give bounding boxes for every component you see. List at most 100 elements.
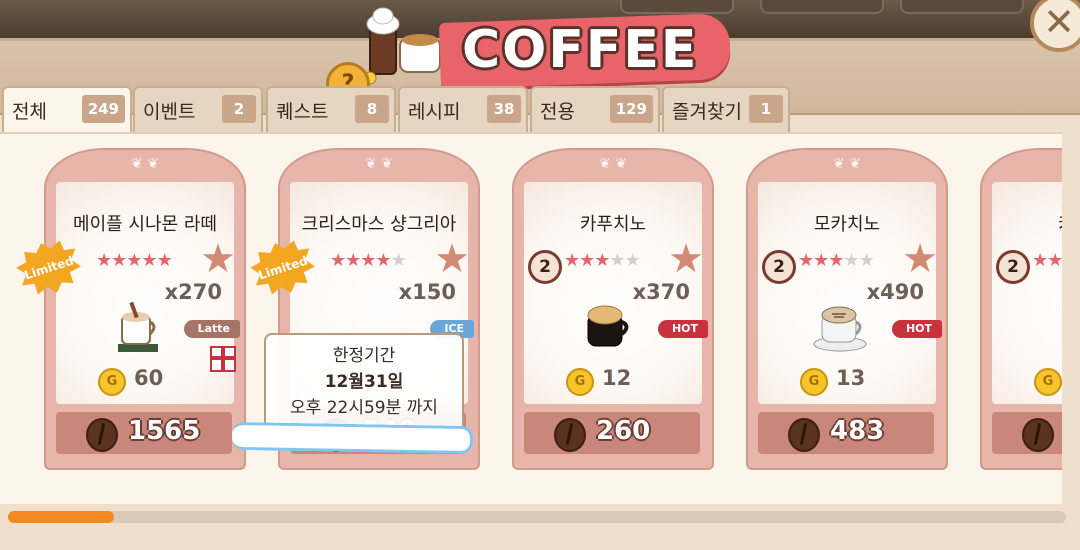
- star-icon: ★: [798, 250, 814, 271]
- star-icon: ★: [843, 250, 859, 271]
- recipe-price: 60: [134, 366, 164, 390]
- star-icon: ★: [624, 250, 641, 271]
- star-icon: ★: [858, 250, 875, 271]
- tab-event[interactable]: 이벤트 2: [133, 86, 263, 132]
- tab-label: 전용: [540, 101, 575, 123]
- star-icon: ★: [330, 250, 346, 271]
- recipe-card[interactable]: ❦ ❦ 카푸치노 2 ★★★★★ ★ x370 HOT G 12 260: [512, 148, 714, 470]
- recipe-quantity: x150: [398, 280, 456, 304]
- recipe-price: 13: [836, 366, 866, 390]
- recipe-quantity: x370: [632, 280, 690, 304]
- horizontal-scrollbar[interactable]: [8, 511, 1066, 523]
- recipe-name: 모카치노: [813, 214, 881, 235]
- tab-label: 이벤트: [143, 101, 196, 123]
- recipe-name: 카푸치노: [579, 214, 647, 235]
- tab-recipe[interactable]: 레시피 38: [398, 86, 528, 132]
- scribble-mark: [231, 421, 474, 455]
- recipe-name: 카파: [1058, 210, 1062, 236]
- coin-icon: G: [1034, 368, 1062, 396]
- tab-favorites[interactable]: 즐겨찾기 1: [662, 86, 790, 132]
- favorite-star-icon[interactable]: ★: [200, 236, 236, 282]
- star-icon: ★: [345, 250, 361, 271]
- star-icon: ★: [156, 250, 173, 271]
- star-icon: ★: [828, 250, 844, 271]
- star-rating: ★★★★★: [798, 250, 875, 271]
- recipe-card[interactable]: ❦ ❦ 모카치노 2 ★★★★★ ★ x490 HOT G 13 483: [746, 148, 948, 470]
- star-rating: ★★★: [1032, 250, 1062, 271]
- page-title: COFFEE: [462, 20, 699, 80]
- star-rating: ★★★★★: [330, 250, 407, 271]
- tab-count: 129: [609, 95, 653, 123]
- tab-count: 1: [749, 95, 783, 123]
- tab-all[interactable]: 전체 249: [2, 86, 132, 136]
- bean-cost-bar: [992, 412, 1062, 454]
- mochaccino-cup-icon: [813, 306, 867, 352]
- bean-cost-bar: 260: [524, 412, 700, 454]
- drink-type-tag: HOT: [891, 320, 942, 338]
- star-rating: ★★★★★: [564, 250, 641, 271]
- recipe-name: 메이플 시나몬 라떼: [73, 214, 217, 235]
- drink-type-tag: Latte: [183, 320, 240, 338]
- star-icon: ★: [1047, 250, 1062, 271]
- star-icon: ★: [579, 250, 595, 271]
- ornament-icon: ❦ ❦: [131, 156, 159, 172]
- star-icon: ★: [564, 250, 580, 271]
- gift-icon: [210, 346, 236, 372]
- coffee-bean-icon: [86, 418, 118, 452]
- tab-exclusive[interactable]: 전용 129: [530, 86, 660, 132]
- bean-count: 260: [596, 416, 651, 446]
- bean-count: 483: [830, 416, 885, 446]
- star-icon: ★: [360, 250, 376, 271]
- tab-label: 퀘스트: [276, 101, 329, 123]
- tooltip-title: 한정기간: [332, 346, 396, 366]
- star-icon: ★: [390, 250, 407, 271]
- coin-icon: G: [98, 368, 126, 396]
- tab-label: 즐겨찾기: [672, 101, 742, 123]
- hud-counter-3: [900, 0, 1024, 14]
- limited-period-tooltip: 한정기간 12월31일 오후 22시59분 까지: [264, 333, 464, 433]
- star-icon: ★: [141, 250, 157, 271]
- recipe-quantity: x490: [866, 280, 924, 304]
- tooltip-date: 12월31일: [324, 372, 404, 392]
- coin-icon: G: [800, 368, 828, 396]
- favorite-star-icon[interactable]: ★: [434, 236, 470, 282]
- tab-count: 249: [81, 95, 125, 123]
- tab-label: 레시피: [408, 101, 461, 123]
- star-icon: ★: [609, 250, 625, 271]
- coffee-bean-icon: [1022, 418, 1054, 452]
- close-icon: ✕: [1043, 0, 1075, 44]
- star-icon: ★: [375, 250, 391, 271]
- recipe-card[interactable]: 카파 2 ★★★ G: [980, 148, 1062, 470]
- level-badge: 2: [996, 250, 1030, 284]
- bean-count: 1565: [128, 416, 201, 446]
- level-badge: 2: [762, 250, 796, 284]
- bean-cost-bar: 483: [758, 412, 934, 454]
- scrollbar-thumb[interactable]: [8, 511, 114, 523]
- tab-label: 전체: [12, 101, 47, 123]
- recipe-name: 크리스마스 샹그리아: [301, 214, 457, 235]
- cappuccino-cup-icon: [587, 305, 629, 347]
- tab-quest[interactable]: 퀘스트 8: [266, 86, 396, 132]
- hud-counter-1: [620, 0, 734, 14]
- recipe-card[interactable]: ❦ ❦ 메이플 시나몬 라떼 ★★★★★ ★ Limited x270 Latt…: [44, 148, 246, 470]
- bean-cost-bar: 1565: [56, 412, 232, 454]
- recipe-price: 12: [602, 366, 632, 390]
- star-icon: ★: [1032, 250, 1048, 271]
- star-icon: ★: [594, 250, 610, 271]
- ornament-icon: ❦ ❦: [599, 156, 627, 172]
- favorite-star-icon[interactable]: ★: [902, 236, 938, 282]
- star-icon: ★: [813, 250, 829, 271]
- coffee-bean-icon: [788, 418, 820, 452]
- tab-count: 2: [222, 95, 256, 123]
- favorite-star-icon[interactable]: ★: [668, 236, 704, 282]
- level-badge: 2: [528, 250, 562, 284]
- coin-icon: G: [566, 368, 594, 396]
- star-rating: ★★★★★: [96, 250, 173, 271]
- star-icon: ★: [126, 250, 142, 271]
- tab-count: 38: [487, 95, 521, 123]
- hud-counter-2: [760, 0, 884, 14]
- latte-cup-icon: [118, 301, 158, 352]
- recipe-list: ❦ ❦ 메이플 시나몬 라떼 ★★★★★ ★ Limited x270 Latt…: [0, 132, 1062, 504]
- drink-type-tag: HOT: [657, 320, 708, 338]
- star-icon: ★: [96, 250, 112, 271]
